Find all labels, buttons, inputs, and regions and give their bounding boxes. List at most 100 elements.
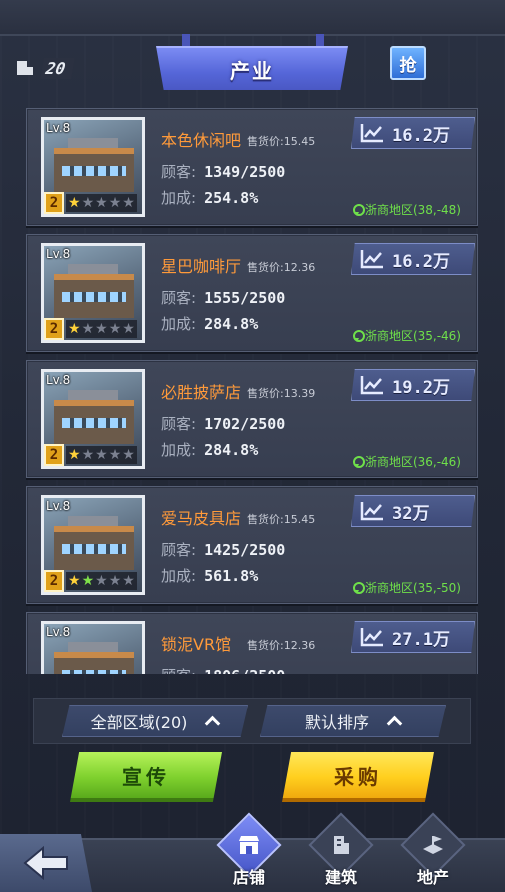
star-rating: ★ ★ ★ ★ ★: [66, 194, 137, 212]
shop-card[interactable]: Lv.8 2 ★ ★ ★ ★ ★ 星巴咖啡厅 售货价:12.36 顾客: 1555/2500 加成: 2…: [26, 234, 478, 352]
bonus-label: 加成:: [161, 441, 197, 459]
income-value: 27.1万: [392, 629, 450, 650]
star-icon: ★: [95, 447, 108, 463]
purchase-button[interactable]: 采购: [282, 752, 434, 802]
income-badge[interactable]: 16.2万: [351, 117, 475, 149]
star-icon: ★: [122, 195, 135, 211]
location-text: 浙商地区(38,-48): [364, 203, 461, 217]
shop-card[interactable]: Lv.82★★★★★锁泥VR馆售货价:12.36顾客:1806/2500加成:2…: [26, 612, 478, 674]
building-count: 20: [16, 56, 80, 80]
page-title-tab: 产业: [156, 34, 348, 92]
price-value: 12.36: [283, 261, 316, 274]
shop-thumbnail[interactable]: Lv.82★★★★★: [41, 495, 145, 595]
shop-card[interactable]: Lv.8 2 ★ ★ ★ ★ ★ 本色休闲吧 售货价:15.45 顾客: 1349/2500 加成: 2…: [26, 108, 478, 226]
star-icon: ★: [108, 573, 122, 589]
star-icon: ★: [95, 573, 108, 589]
price-value: 12.36: [283, 639, 316, 652]
shop-thumbnail[interactable]: Lv.82★★★★★: [41, 369, 145, 469]
filter-bar: 全部区域(20) 默认排序: [33, 698, 471, 744]
rank-badge: 2: [44, 318, 64, 340]
building-count-value: 20: [40, 57, 76, 79]
bonus-label: 加成:: [161, 567, 197, 585]
customers-row: 顾客: 1425/2500: [161, 539, 285, 560]
price-label: 售货价:: [247, 135, 284, 148]
star-icon: ★: [68, 195, 81, 211]
shop-price: 售货价:15.45: [247, 511, 315, 527]
chevron-up-icon: [205, 714, 219, 728]
price-value: 13.39: [283, 387, 316, 400]
shop-location[interactable]: 浙商地区(35,-46): [352, 327, 461, 344]
bonus-value: 284.8%: [204, 441, 259, 459]
income-value: 19.2万: [392, 377, 450, 398]
customers-value: 1806/2500: [204, 667, 285, 674]
bonus-row: 加成: 254.8%: [161, 187, 258, 208]
nav-tab-estate-label: 地产: [416, 868, 449, 887]
promote-button[interactable]: 宣传: [70, 752, 222, 802]
star-icon: ★: [68, 321, 81, 337]
income-badge[interactable]: 19.2万: [351, 369, 475, 401]
shop-illustration-windows: [62, 418, 126, 428]
shop-name: 必胜披萨店: [161, 383, 242, 402]
income-value: 16.2万: [392, 251, 450, 272]
grab-button[interactable]: 抢: [390, 46, 426, 80]
star-icon: ★: [95, 321, 108, 337]
nav-tab-shops-label: 店铺: [232, 868, 265, 887]
back-arrow-icon: [23, 846, 68, 880]
building-icon: [16, 59, 34, 77]
shop-thumbnail[interactable]: Lv.82★★★★★: [41, 117, 145, 217]
shop-location[interactable]: 浙商地区(35,-50): [352, 579, 461, 596]
bonus-value: 284.8%: [204, 315, 259, 333]
page-title: 产业: [156, 46, 348, 90]
income-badge[interactable]: 27.1万: [351, 621, 475, 653]
star-icon: ★: [122, 447, 135, 463]
shop-thumbnail[interactable]: Lv.82★★★★★: [41, 621, 145, 674]
shop-list[interactable]: Lv.8 2 ★ ★ ★ ★ ★ 本色休闲吧 售货价:15.45 顾客: 1349/2500 加成: 2…: [26, 108, 478, 674]
shop-name: 本色休闲吧: [161, 131, 242, 150]
bonus-row: 加成: 561.8%: [161, 565, 258, 586]
shop-price: 售货价:15.45: [247, 133, 315, 149]
title-tab-hanger-right: [316, 34, 324, 46]
income-badge[interactable]: 16.2万: [351, 243, 475, 275]
sort-dropdown[interactable]: 默认排序: [260, 705, 446, 737]
region-dropdown[interactable]: 全部区域(20): [62, 705, 248, 737]
rank-badge: 2: [44, 192, 64, 214]
nav-tab-estate[interactable]: 地产: [396, 812, 470, 892]
rank-badge: 2: [44, 444, 64, 466]
bonus-row: 加成: 284.8%: [161, 439, 258, 460]
bonus-label: 加成:: [161, 189, 197, 207]
chart-icon: [360, 123, 384, 143]
star-icon: ★: [81, 447, 95, 463]
location-pin-icon: [352, 203, 365, 216]
price-value: 15.45: [283, 513, 316, 526]
chart-icon: [360, 249, 384, 269]
nav-tab-shops[interactable]: 店铺: [212, 812, 286, 892]
star-rating: ★ ★ ★ ★ ★: [66, 572, 137, 590]
shop-illustration-windows: [62, 292, 126, 302]
shop-card[interactable]: Lv.8 2 ★ ★ ★ ★ ★ 爱马皮具店 售货价:15.45 顾客: 1425/2500 加成: 5…: [26, 486, 478, 604]
price-label: 售货价:: [247, 261, 284, 274]
star-rating: ★ ★ ★ ★ ★: [66, 320, 137, 338]
title-tab-hanger-left: [182, 34, 190, 46]
location-text: 浙商地区(36,-46): [364, 455, 461, 469]
shop-thumbnail[interactable]: Lv.82★★★★★: [41, 243, 145, 343]
shop-level: Lv.8: [46, 625, 71, 639]
star-icon: ★: [81, 195, 95, 211]
shop-location[interactable]: 浙商地区(38,-48): [352, 201, 461, 218]
shop-name: 爱马皮具店: [161, 509, 242, 528]
shop-card[interactable]: Lv.8 2 ★ ★ ★ ★ ★ 必胜披萨店 售货价:13.39 顾客: 1702/2500 加成: 2…: [26, 360, 478, 478]
nav-tab-build-label: 建筑: [324, 868, 357, 887]
shop-location[interactable]: 浙商地区(36,-46): [352, 453, 461, 470]
price-label: 售货价:: [247, 639, 284, 652]
star-rating: ★ ★ ★ ★ ★: [66, 446, 137, 464]
price-label: 售货价:: [247, 513, 284, 526]
shop-icon: [239, 836, 259, 854]
customers-row: 顾客: 1555/2500: [161, 287, 285, 308]
chevron-up-icon: [387, 714, 401, 728]
star-icon: ★: [108, 321, 122, 337]
location-pin-icon: [352, 455, 365, 468]
shop-illustration-windows: [62, 166, 126, 176]
nav-tab-build[interactable]: 建筑: [304, 812, 378, 892]
income-value: 16.2万: [392, 125, 450, 146]
back-button[interactable]: [0, 834, 92, 892]
income-badge[interactable]: 32万: [351, 495, 475, 527]
